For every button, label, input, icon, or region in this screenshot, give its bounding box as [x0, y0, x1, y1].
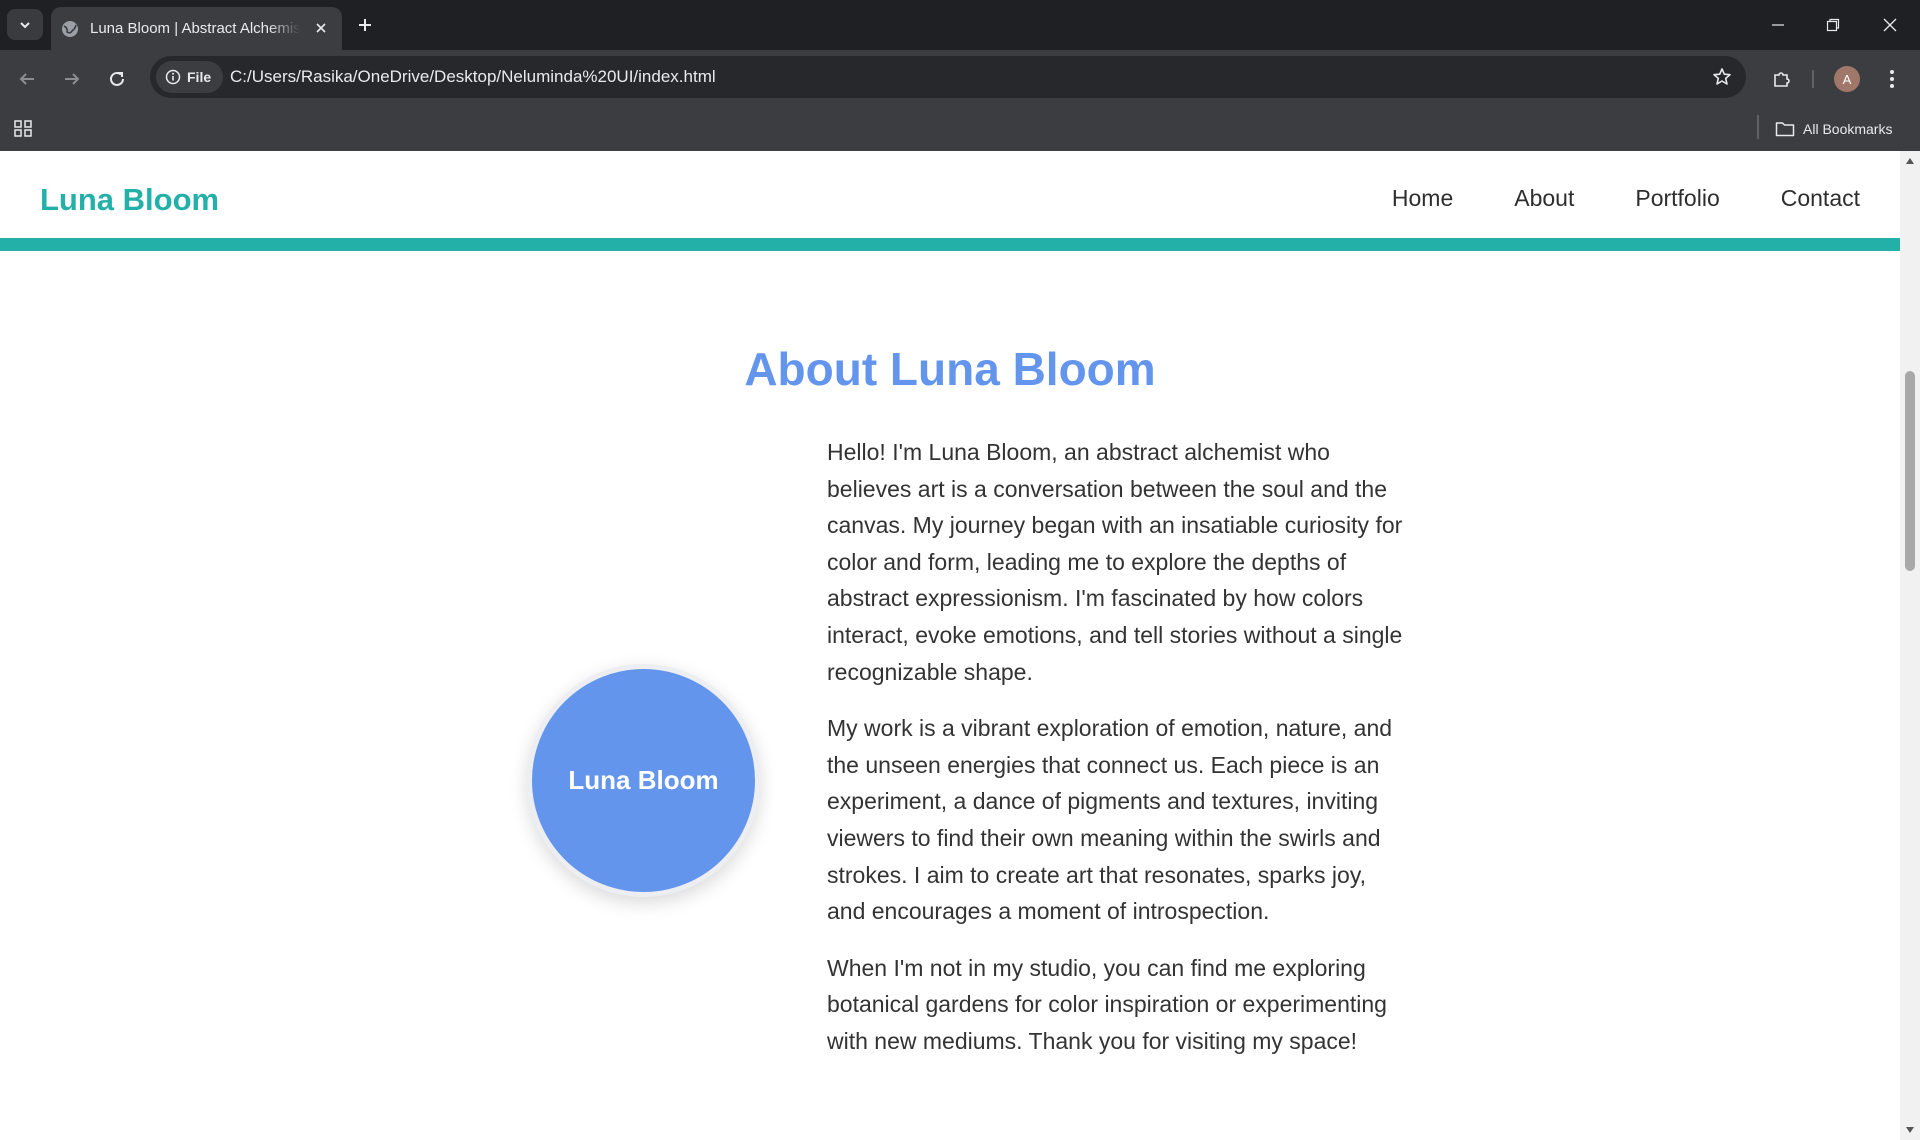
reload-icon	[110, 71, 124, 86]
profile-avatar[interactable]: A	[1834, 66, 1860, 92]
site-header: Luna Bloom Home About Portfolio Contact	[0, 151, 1900, 251]
minimize-icon	[1772, 24, 1784, 26]
globe-icon	[62, 20, 78, 37]
toolbar-separator	[1812, 70, 1814, 88]
nav-link-contact[interactable]: Contact	[1781, 185, 1860, 212]
puzzle-icon	[1774, 72, 1790, 87]
page-scrollbar[interactable]	[1900, 151, 1920, 1140]
tab-close-button[interactable]	[312, 19, 330, 37]
site-info-chip[interactable]: File	[156, 61, 223, 93]
back-button[interactable]	[11, 63, 43, 95]
extensions-button[interactable]	[1766, 63, 1798, 95]
nav-link-about[interactable]: About	[1514, 185, 1574, 212]
browser-tab[interactable]: Luna Bloom | Abstract Alchemist	[51, 7, 342, 50]
url-text[interactable]: C:/Users/Rasika/OneDrive/Desktop/Nelumin…	[230, 67, 716, 87]
about-paragraph: My work is a vibrant exploration of emot…	[827, 715, 1393, 925]
info-icon	[165, 69, 181, 85]
reload-button[interactable]	[101, 63, 133, 95]
site-logo[interactable]: Luna Bloom	[40, 182, 219, 218]
scrollbar-thumb[interactable]	[1905, 371, 1915, 571]
restore-button[interactable]	[1818, 10, 1848, 40]
triangle-down-icon	[1906, 1127, 1914, 1133]
page-viewport: Luna Bloom Home About Portfolio Contact …	[0, 151, 1920, 1140]
scroll-up-arrow[interactable]	[1904, 155, 1916, 167]
tab-title: Luna Bloom | Abstract Alchemist	[90, 20, 300, 37]
more-vertical-icon	[1890, 70, 1894, 88]
minimize-button[interactable]	[1763, 10, 1793, 40]
artist-portrait: Luna Bloom	[527, 664, 760, 897]
nav-link-portfolio[interactable]: Portfolio	[1635, 185, 1719, 212]
nav-link-home[interactable]: Home	[1392, 185, 1453, 212]
forward-button[interactable]	[56, 63, 88, 95]
arrow-right-icon	[65, 73, 80, 85]
site-chip-label: File	[187, 69, 212, 85]
address-bar[interactable]: File C:/Users/Rasika/OneDrive/Desktop/Ne…	[150, 56, 1746, 98]
chevron-down-icon	[20, 21, 30, 28]
tab-strip: Luna Bloom | Abstract Alchemist	[0, 0, 1920, 50]
plus-icon	[359, 19, 371, 31]
apps-grid-icon[interactable]	[12, 117, 36, 141]
about-paragraph: Hello! I'm Luna Bloom, an abstract alche…	[827, 439, 1403, 685]
restore-icon	[1826, 18, 1840, 32]
browser-toolbar: File C:/Users/Rasika/OneDrive/Desktop/Ne…	[0, 50, 1920, 107]
portrait-label: Luna Bloom	[568, 765, 719, 795]
all-bookmarks-label: All Bookmarks	[1803, 121, 1893, 137]
main-nav: Home About Portfolio Contact	[1392, 185, 1860, 212]
tab-search-button[interactable]	[7, 9, 43, 40]
folder-icon	[1775, 122, 1795, 137]
close-icon	[316, 23, 326, 33]
about-text: Hello! I'm Luna Bloom, an abstract alche…	[827, 434, 1407, 1080]
browser-menu-button[interactable]	[1878, 63, 1906, 95]
close-icon	[1883, 18, 1897, 32]
all-bookmarks-button[interactable]: All Bookmarks	[1775, 115, 1892, 143]
close-window-button[interactable]	[1875, 10, 1905, 40]
about-paragraph: When I'm not in my studio, you can find …	[827, 954, 1387, 1054]
bookmarks-bar: All Bookmarks	[0, 107, 1920, 151]
bookmark-star-button[interactable]	[1710, 65, 1734, 89]
bookmarks-separator	[1757, 115, 1759, 139]
about-heading: About Luna Bloom	[744, 343, 1156, 395]
triangle-up-icon	[1906, 158, 1914, 164]
scroll-down-arrow[interactable]	[1904, 1124, 1916, 1136]
arrow-left-icon	[19, 73, 34, 85]
star-icon	[1713, 68, 1731, 85]
new-tab-button[interactable]	[353, 13, 377, 37]
